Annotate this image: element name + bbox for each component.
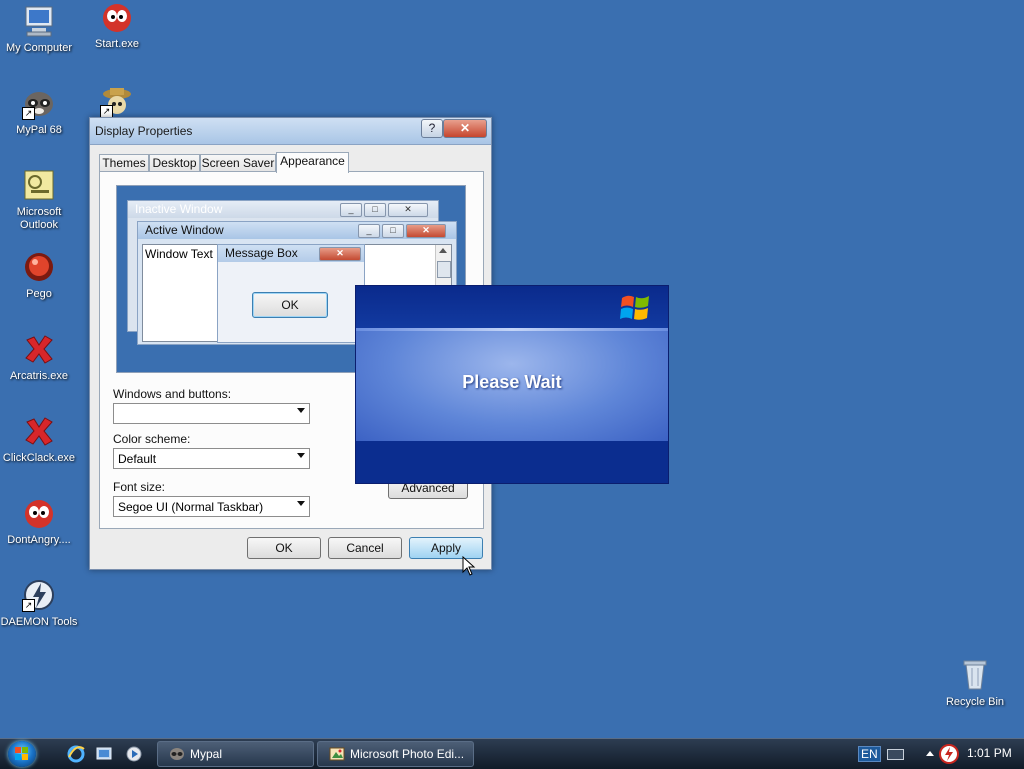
desktop-icon-start-exe[interactable]: Start.exe (78, 0, 156, 51)
media-player-icon[interactable] (125, 745, 143, 763)
preview-close-icon: ✕ (319, 247, 361, 261)
desktop-icon-daemon-tools[interactable]: ↗ DAEMON Tools (0, 578, 78, 629)
desktop-icon-microsoft-outlook[interactable]: Microsoft Outlook (0, 168, 78, 232)
chevron-down-icon (297, 408, 305, 413)
desktop-icon-label: MyPal 68 (16, 124, 62, 136)
desktop-icon-clickclack[interactable]: ClickClack.exe (0, 414, 78, 465)
taskbar-item-mypal[interactable]: Mypal (157, 741, 314, 767)
color-scheme-value: Default (118, 452, 157, 466)
red-ball-icon (100, 0, 134, 34)
windows-logo-icon (15, 747, 28, 760)
desktop-icon-label: Arcatris.exe (9, 370, 69, 382)
raccoon-icon (170, 748, 184, 760)
daemon-lightning-icon: ↗ (22, 578, 56, 612)
taskbar-item-label: Mypal (190, 747, 223, 761)
photo-editor-icon (329, 747, 345, 761)
color-scheme-select[interactable]: Default (113, 448, 310, 469)
start-button[interactable] (8, 741, 36, 767)
desktop-icon-label: Recycle Bin (945, 696, 1005, 708)
preview-minimize-icon: _ (340, 203, 362, 217)
preview-close-icon: ✕ (406, 224, 446, 238)
keyboard-icon[interactable] (887, 749, 904, 760)
preview-minimize-icon: _ (358, 224, 380, 238)
windows-flag-icon (620, 295, 649, 320)
chevron-down-icon (297, 453, 305, 458)
red-x-icon (22, 332, 56, 366)
internet-explorer-icon[interactable] (67, 745, 85, 763)
desktop-icon-pego[interactable]: Pego (0, 250, 78, 301)
desktop-icon-mypal[interactable]: ↗ MyPal 68 (0, 86, 78, 137)
show-hidden-icons-icon[interactable] (926, 751, 934, 756)
tab-themes[interactable]: Themes (99, 154, 149, 172)
red-x-icon (22, 414, 56, 448)
windows-buttons-select[interactable] (113, 403, 310, 424)
cancel-button[interactable]: Cancel (328, 537, 402, 559)
close-button[interactable]: ✕ (443, 119, 487, 138)
preview-ok-button: OK (252, 292, 328, 318)
desktop-icon-dontangry[interactable]: DontAngry.... (0, 496, 78, 547)
scroll-thumb (437, 261, 451, 278)
outlook-icon (22, 168, 56, 202)
desktop-icon-label: Pego (26, 288, 52, 300)
preview-window-text: Window Text (145, 247, 213, 261)
please-wait-message: Please Wait (462, 372, 562, 392)
desktop-icon-label: ClickClack.exe (2, 452, 76, 464)
desktop-icon-label: Start.exe (94, 38, 140, 50)
preview-maximize-icon: □ (364, 203, 386, 217)
please-wait-box: Please Wait (355, 285, 669, 484)
dialog-title-bar[interactable]: Display Properties ? ✕ (90, 118, 491, 145)
windows-buttons-label: Windows and buttons: (113, 387, 232, 401)
language-indicator[interactable]: EN (858, 746, 881, 762)
taskbar: Mypal Microsoft Photo Edi... EN 1:01 PM (0, 738, 1024, 769)
desktop-icon-my-computer[interactable]: My Computer (0, 4, 78, 55)
font-size-label: Font size: (113, 480, 166, 494)
tab-screen-saver[interactable]: Screen Saver (200, 154, 276, 172)
shortcut-arrow-icon: ↗ (22, 107, 35, 120)
chevron-down-icon (297, 501, 305, 506)
font-size-value: Segoe UI (Normal Taskbar) (118, 500, 264, 514)
daemon-tray-icon[interactable] (939, 744, 959, 764)
taskbar-item-photo-editor[interactable]: Microsoft Photo Edi... (317, 741, 474, 767)
explorer-hat-icon: ↗ (100, 84, 134, 118)
ok-button[interactable]: OK (247, 537, 321, 559)
red-ball-icon (22, 496, 56, 530)
desktop-icon-label: DAEMON Tools (0, 616, 78, 628)
desktop-icon-label: Microsoft Outlook (16, 206, 62, 231)
wait-footer-band (356, 441, 668, 483)
taskbar-item-label: Microsoft Photo Edi... (350, 747, 465, 761)
preview-message-box: Message Box ✕ OK (217, 244, 365, 343)
dialog-title: Display Properties (95, 124, 193, 138)
preview-close-icon: ✕ (388, 203, 428, 217)
help-button[interactable]: ? (421, 119, 443, 138)
computer-icon (22, 4, 56, 38)
scroll-up-icon (439, 248, 447, 253)
shortcut-arrow-icon: ↗ (22, 599, 35, 612)
color-scheme-label: Color scheme: (113, 432, 191, 446)
font-size-select[interactable]: Segoe UI (Normal Taskbar) (113, 496, 310, 517)
raccoon-icon: ↗ (22, 86, 56, 120)
mouse-pointer-icon (462, 556, 476, 576)
desktop-icon-label: DontAngry.... (7, 534, 71, 546)
tab-appearance[interactable]: Appearance (276, 152, 349, 173)
recycle-bin-icon (958, 658, 992, 692)
preview-maximize-icon: □ (382, 224, 404, 238)
clock[interactable]: 1:01 PM (967, 746, 1012, 760)
desktop-icon-arcatris[interactable]: Arcatris.exe (0, 332, 78, 383)
desktop-icon-recycle-bin[interactable]: Recycle Bin (936, 658, 1014, 709)
show-desktop-icon[interactable] (95, 745, 113, 763)
red-orb-icon (22, 250, 56, 284)
tab-desktop[interactable]: Desktop (149, 154, 200, 172)
desktop-icon-label: My Computer (5, 42, 73, 54)
